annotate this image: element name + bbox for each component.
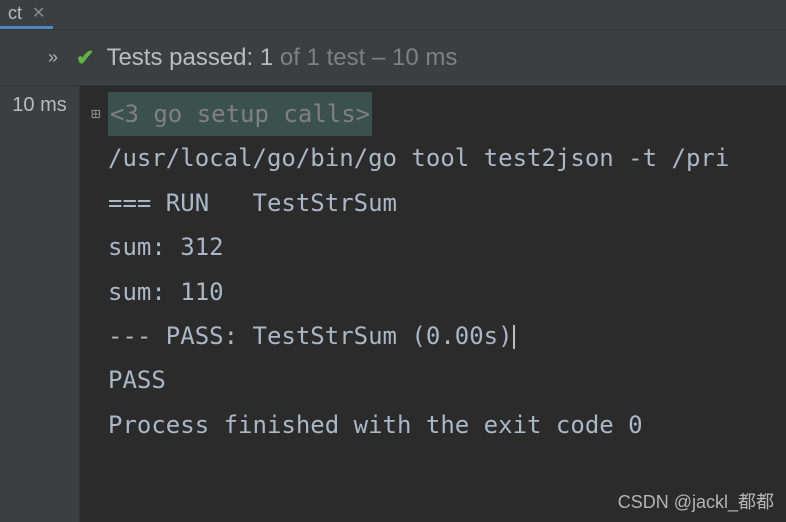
active-tab[interactable]: ct ✕ bbox=[0, 0, 53, 29]
tab-bar: ct ✕ bbox=[0, 0, 786, 30]
console-line: --- PASS: TestStrSum (0.00s) bbox=[84, 314, 782, 358]
close-icon[interactable]: ✕ bbox=[32, 3, 45, 23]
console-line: PASS bbox=[84, 358, 782, 402]
test-status-text: Tests passed: 1 of 1 test – 10 ms bbox=[106, 44, 457, 72]
console-line: /usr/local/go/bin/go tool test2json -t /… bbox=[84, 136, 782, 180]
test-tree-sidebar: 10 ms bbox=[0, 86, 80, 522]
watermark: CSDN @jackl_都都 bbox=[618, 488, 774, 514]
test-duration[interactable]: 10 ms bbox=[0, 86, 79, 125]
text-cursor bbox=[513, 325, 515, 349]
tests-passed-prefix: Tests passed: bbox=[106, 44, 259, 71]
tests-total-suffix: of 1 test – 10 ms bbox=[273, 44, 457, 71]
console-line: === RUN TestStrSum bbox=[84, 181, 782, 225]
tests-passed-count: 1 bbox=[260, 44, 273, 71]
main-area: 10 ms ⊞ <3 go setup calls> /usr/local/go… bbox=[0, 86, 786, 522]
console-line: sum: 312 bbox=[84, 225, 782, 269]
tab-label: ct bbox=[8, 3, 22, 24]
console-line: sum: 110 bbox=[84, 270, 782, 314]
fold-expand-icon[interactable]: ⊞ bbox=[84, 99, 108, 129]
check-icon: ✔ bbox=[76, 45, 94, 71]
console-line: Process finished with the exit code 0 bbox=[84, 403, 782, 447]
folded-text: <3 go setup calls> bbox=[108, 92, 372, 136]
test-status-bar: » ✔ Tests passed: 1 of 1 test – 10 ms bbox=[0, 30, 786, 86]
folded-region[interactable]: ⊞ <3 go setup calls> bbox=[84, 92, 782, 136]
expand-icon[interactable]: » bbox=[48, 47, 58, 68]
console-output[interactable]: ⊞ <3 go setup calls> /usr/local/go/bin/g… bbox=[80, 86, 786, 522]
